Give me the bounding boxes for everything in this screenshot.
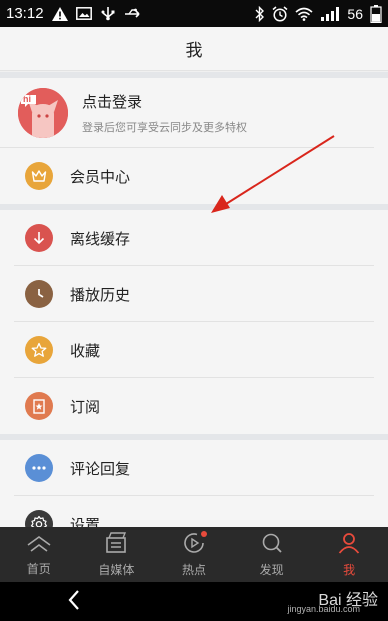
- menu-item-favorites[interactable]: 收藏: [0, 322, 388, 378]
- chat-icon: [25, 454, 53, 482]
- battery-icon: [370, 4, 382, 23]
- media-icon: [104, 531, 128, 558]
- wifi-icon: [295, 7, 313, 21]
- tab-label: 首页: [26, 561, 51, 576]
- login-row[interactable]: hi 点击登录 登录后您可享受云同步及更多特权: [0, 78, 374, 148]
- image-icon: [75, 7, 92, 20]
- tab-me[interactable]: 我: [310, 527, 388, 582]
- home-icon: [26, 533, 52, 557]
- menu-item-comments[interactable]: 评论回复: [0, 440, 388, 496]
- clock-icon: [25, 280, 53, 308]
- tab-label: 发现: [259, 562, 284, 577]
- menu-item-label: 播放历史: [70, 285, 131, 304]
- menu-item-subscribe[interactable]: 订阅: [0, 378, 388, 434]
- notification-dot: [200, 531, 207, 537]
- tab-label: 热点: [181, 562, 206, 577]
- clock-time: 13:12: [6, 5, 44, 22]
- warning-icon: [51, 6, 68, 21]
- crown-icon: [25, 162, 53, 190]
- tab-label: 我: [343, 562, 356, 577]
- user-icon: [337, 532, 361, 558]
- star-icon: [25, 336, 53, 364]
- status-bar: 13:12 56: [0, 0, 388, 27]
- menu-item-label: 设置: [70, 515, 101, 528]
- profile-content[interactable]: hi 点击登录 登录后您可享受云同步及更多特权 会员中心 离线缓存 播放历史 收…: [0, 72, 388, 527]
- battery-level: 56: [347, 5, 363, 22]
- menu-item-label: 收藏: [70, 341, 101, 360]
- system-nav-bar: Bai 经验 jingyan.baidu.com: [0, 582, 388, 621]
- menu-item-label: 订阅: [70, 397, 101, 416]
- signal-icon: [320, 6, 340, 21]
- usb-debug-icon: [124, 8, 142, 20]
- login-title[interactable]: 点击登录: [82, 91, 247, 112]
- alarm-icon: [272, 5, 288, 22]
- chevron-left-icon: [67, 589, 81, 615]
- tab-hot[interactable]: 热点: [155, 527, 233, 582]
- bookmark-icon: [25, 392, 53, 420]
- download-icon: [25, 224, 53, 252]
- watermark-url: jingyan.baidu.com: [287, 604, 360, 614]
- search-icon: [260, 532, 284, 558]
- menu-item-offline-cache[interactable]: 离线缓存: [0, 210, 388, 266]
- avatar[interactable]: hi: [18, 87, 68, 138]
- bottom-tab-bar: 首页 自媒体 热点 发现 我: [0, 527, 388, 582]
- gear-icon: [25, 510, 53, 527]
- back-button[interactable]: [60, 588, 88, 616]
- header: 我: [0, 27, 388, 71]
- usb-icon: [100, 6, 116, 21]
- avatar-badge: hi: [23, 93, 31, 104]
- tab-discover[interactable]: 发现: [233, 527, 311, 582]
- tab-label: 自媒体: [98, 562, 135, 577]
- menu-item-label: 评论回复: [70, 459, 131, 478]
- menu-item-history[interactable]: 播放历史: [0, 266, 388, 322]
- tab-media[interactable]: 自媒体: [78, 527, 156, 582]
- bluetooth-icon: [255, 5, 265, 22]
- tab-home[interactable]: 首页: [0, 527, 78, 582]
- menu-item-settings[interactable]: 设置: [0, 496, 388, 527]
- menu-item-label: 离线缓存: [70, 229, 131, 248]
- menu-item-label: 会员中心: [70, 167, 131, 186]
- login-subtitle: 登录后您可享受云同步及更多特权: [82, 120, 247, 134]
- menu-item-vip[interactable]: 会员中心: [0, 148, 388, 204]
- page-title: 我: [185, 41, 203, 61]
